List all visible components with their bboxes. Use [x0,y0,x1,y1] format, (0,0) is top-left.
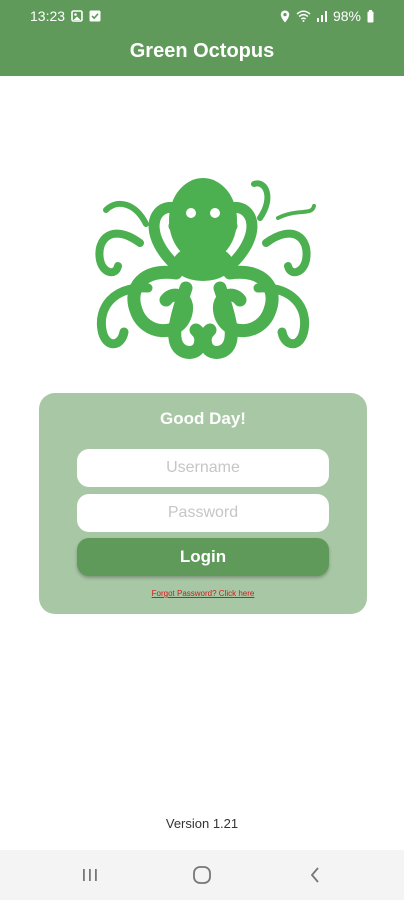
signal-icon [316,10,327,22]
battery-text: 98% [332,8,361,24]
wifi-icon [296,10,311,22]
nav-bar [0,850,404,900]
app-bar: 13:23 98% Green Octopus [0,0,404,76]
back-icon[interactable] [300,862,330,888]
status-bar: 13:23 98% [0,0,404,32]
battery-icon [367,9,374,23]
greeting: Good Day! [160,409,246,428]
octopus-icon [88,168,320,363]
home-icon[interactable] [187,862,217,888]
gallery-icon [71,10,83,22]
password-input[interactable] [77,494,329,532]
forgot-password-link[interactable]: Forgot Password? Click here [39,589,367,598]
app-title: Green Octopus [129,40,275,62]
version-label: Version 1.21 [165,816,239,831]
status-time: 13:23 [30,8,66,24]
location-icon [280,10,290,23]
login-card: Good Day! Login Forgot Password? Click h… [39,393,367,614]
login-button[interactable]: Login [77,538,329,576]
check-icon [89,10,101,22]
username-input[interactable] [77,449,329,487]
recents-icon[interactable] [75,862,105,888]
